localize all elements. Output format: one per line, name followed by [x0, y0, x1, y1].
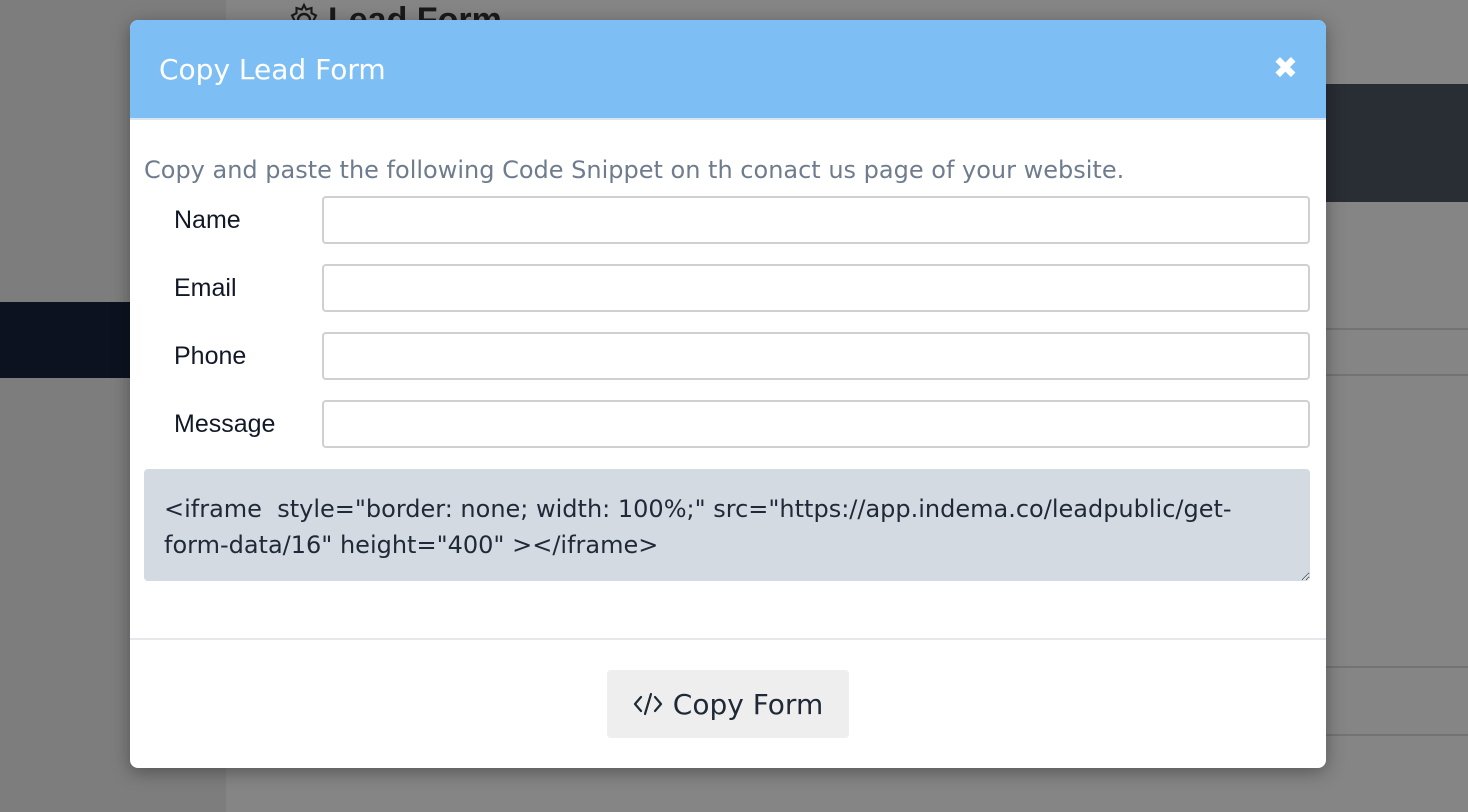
phone-label: Phone — [174, 341, 247, 370]
name-field[interactable] — [322, 196, 1310, 244]
phone-field[interactable] — [322, 332, 1310, 380]
instructions-text: Copy and paste the following Code Snippe… — [144, 156, 1125, 184]
footer-divider — [130, 638, 1326, 640]
modal-title: Copy Lead Form — [159, 52, 386, 86]
form-row-phone: Phone — [144, 332, 1310, 380]
message-field[interactable] — [322, 400, 1310, 448]
form-row-email: Email — [144, 264, 1310, 312]
form-row-name: Name — [144, 196, 1310, 244]
copy-form-button[interactable]: Copy Form — [607, 670, 849, 738]
code-icon — [633, 692, 662, 716]
form-row-message: Message — [144, 400, 1310, 448]
close-button[interactable]: ✖ — [1273, 54, 1298, 84]
close-icon: ✖ — [1272, 51, 1298, 86]
code-snippet-textarea[interactable]: <iframe style="border: none; width: 100%… — [144, 469, 1310, 581]
name-label: Name — [174, 205, 241, 234]
message-label: Message — [174, 409, 276, 438]
modal-header: Copy Lead Form ✖ — [130, 20, 1326, 120]
email-field[interactable] — [322, 264, 1310, 312]
modal-body: Copy and paste the following Code Snippe… — [130, 120, 1326, 585]
modal-footer: Copy Form — [130, 670, 1326, 738]
copy-form-label: Copy Form — [672, 687, 824, 721]
email-label: Email — [174, 273, 237, 302]
copy-lead-form-modal: Copy Lead Form ✖ Copy and paste the foll… — [130, 20, 1326, 768]
